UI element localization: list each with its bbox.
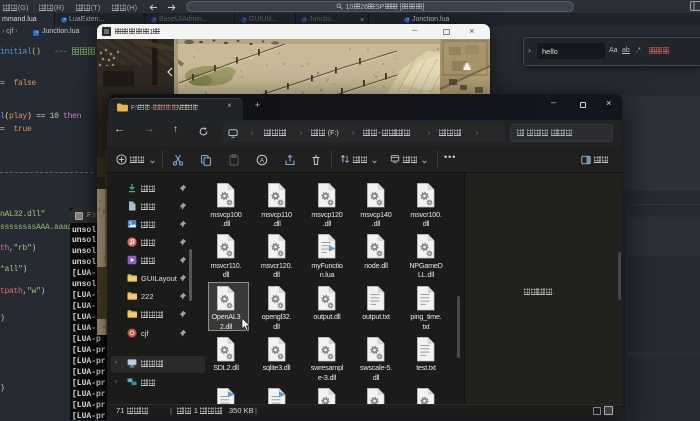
svg-text:A: A — [260, 157, 265, 164]
